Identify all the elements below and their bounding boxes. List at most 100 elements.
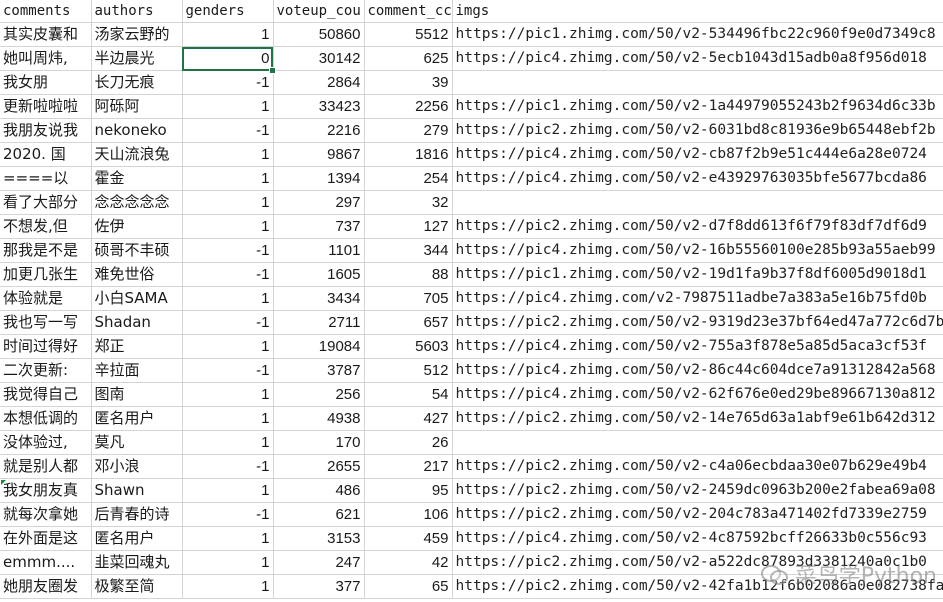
cell-comment-count[interactable]: 42: [364, 550, 453, 575]
cell-voteup[interactable]: 9867: [273, 142, 365, 167]
cell-comment-count[interactable]: 344: [364, 238, 453, 263]
cell-authors[interactable]: 天山流浪兔: [91, 142, 183, 167]
header-cell-comments[interactable]: comments: [0, 0, 92, 23]
cell-comment-count[interactable]: 88: [364, 262, 453, 287]
cell-voteup[interactable]: 33423: [273, 94, 365, 119]
cell-imgs[interactable]: https://pic4.zhimg.com/50/v2-cb87f2b9e51…: [452, 142, 943, 167]
cell-imgs[interactable]: https://pic1.zhimg.com/50/v2-1a449790552…: [452, 94, 943, 119]
cell-comments[interactable]: 体验就是: [0, 286, 92, 311]
cell-comment-count[interactable]: 127: [364, 214, 453, 239]
cell-imgs[interactable]: https://pic2.zhimg.com/50/v2-9319d23e37b…: [452, 310, 943, 335]
cell-authors[interactable]: 图南: [91, 382, 183, 407]
cell-imgs[interactable]: https://pic4.zhimg.com/50/v2-e4392976303…: [452, 166, 943, 191]
cell-voteup[interactable]: 4938: [273, 406, 365, 431]
cell-comments[interactable]: 就是别人都: [0, 454, 92, 479]
cell-authors[interactable]: 汤家云野的: [91, 22, 183, 47]
cell-genders[interactable]: 1: [182, 214, 274, 239]
cell-genders[interactable]: 1: [182, 22, 274, 47]
cell-authors[interactable]: 匿名用户: [91, 526, 183, 551]
cell-comment-count[interactable]: 512: [364, 358, 453, 383]
cell-imgs[interactable]: https://pic4.zhimg.com/50/v2-5ecb1043d15…: [452, 46, 943, 71]
cell-comments[interactable]: 其实皮囊和: [0, 22, 92, 47]
cell-comments[interactable]: 二次更新:: [0, 358, 92, 383]
cell-comment-count[interactable]: 254: [364, 166, 453, 191]
cell-genders[interactable]: -1: [182, 454, 274, 479]
cell-comments[interactable]: 我觉得自己: [0, 382, 92, 407]
cell-authors[interactable]: 辛拉面: [91, 358, 183, 383]
cell-genders[interactable]: 1: [182, 574, 274, 599]
cell-genders[interactable]: 1: [182, 382, 274, 407]
cell-comments[interactable]: 加更几张生: [0, 262, 92, 287]
cell-imgs[interactable]: https://pic2.zhimg.com/50/v2-204c783a471…: [452, 502, 943, 527]
cell-comment-count[interactable]: 54: [364, 382, 453, 407]
cell-authors[interactable]: Shadan: [91, 310, 183, 335]
cell-voteup[interactable]: 170: [273, 430, 365, 455]
cell-comments[interactable]: 2020. 国: [0, 142, 92, 167]
cell-imgs[interactable]: https://pic4.zhimg.com/50/v2-16b55560100…: [452, 238, 943, 263]
cell-authors[interactable]: 佐伊: [91, 214, 183, 239]
cell-comment-count[interactable]: 26: [364, 430, 453, 455]
cell-voteup[interactable]: 3787: [273, 358, 365, 383]
cell-comments[interactable]: 在外面是这: [0, 526, 92, 551]
cell-genders[interactable]: -1: [182, 118, 274, 143]
cell-imgs[interactable]: https://pic4.zhimg.com/50/v2-62f676e0ed2…: [452, 382, 943, 407]
cell-genders[interactable]: 1: [182, 334, 274, 359]
cell-authors[interactable]: 霍金: [91, 166, 183, 191]
cell-comments[interactable]: 没体验过,: [0, 430, 92, 455]
cell-imgs[interactable]: [452, 190, 943, 215]
cell-voteup[interactable]: 737: [273, 214, 365, 239]
cell-imgs[interactable]: https://pic2.zhimg.com/50/v2-14e765d63a1…: [452, 406, 943, 431]
cell-comment-count[interactable]: 32: [364, 190, 453, 215]
cell-comments[interactable]: 那我是不是: [0, 238, 92, 263]
cell-comment-count[interactable]: 65: [364, 574, 453, 599]
cell-voteup[interactable]: 1101: [273, 238, 365, 263]
cell-authors[interactable]: 莫凡: [91, 430, 183, 455]
cell-authors[interactable]: 念念念念念: [91, 190, 183, 215]
cell-voteup[interactable]: 1394: [273, 166, 365, 191]
header-cell-authors[interactable]: authors: [91, 0, 183, 23]
cell-authors[interactable]: 阿砾阿: [91, 94, 183, 119]
cell-comment-count[interactable]: 5512: [364, 22, 453, 47]
cell-imgs[interactable]: https://pic2.zhimg.com/50/v2-2459dc0963b…: [452, 478, 943, 503]
cell-comment-count[interactable]: 279: [364, 118, 453, 143]
cell-comments[interactable]: 我也写一写: [0, 310, 92, 335]
cell-comments[interactable]: 不想发,但: [0, 214, 92, 239]
cell-comments[interactable]: 我女朋友真: [0, 478, 92, 503]
cell-comments[interactable]: 我朋友说我: [0, 118, 92, 143]
cell-genders[interactable]: 1: [182, 430, 274, 455]
header-cell-imgs[interactable]: imgs: [452, 0, 943, 23]
cell-voteup[interactable]: 297: [273, 190, 365, 215]
cell-comment-count[interactable]: 459: [364, 526, 453, 551]
cell-comments[interactable]: emmm....: [0, 550, 92, 575]
cell-genders[interactable]: 1: [182, 550, 274, 575]
cell-imgs[interactable]: https://pic4.zhimg.com/50/v2-4c87592bcff…: [452, 526, 943, 551]
cell-comment-count[interactable]: 657: [364, 310, 453, 335]
cell-comments[interactable]: 更新啦啦啦: [0, 94, 92, 119]
cell-comments[interactable]: 我女朋: [0, 70, 92, 95]
cell-voteup[interactable]: 30142: [273, 46, 365, 71]
cell-comment-count[interactable]: 5603: [364, 334, 453, 359]
fill-handle[interactable]: [269, 66, 276, 74]
cell-authors[interactable]: 小白SAMA: [91, 286, 183, 311]
header-cell-comment-count[interactable]: comment_cc: [364, 0, 453, 23]
cell-comment-count[interactable]: 705: [364, 286, 453, 311]
cell-genders[interactable]: 1: [182, 526, 274, 551]
cell-comment-count[interactable]: 95: [364, 478, 453, 503]
cell-comment-count[interactable]: 625: [364, 46, 453, 71]
cell-voteup[interactable]: 3153: [273, 526, 365, 551]
header-cell-genders[interactable]: genders: [182, 0, 274, 23]
cell-authors[interactable]: 硕哥不丰硕: [91, 238, 183, 263]
cell-comment-count[interactable]: 106: [364, 502, 453, 527]
cell-genders[interactable]: 1: [182, 286, 274, 311]
cell-voteup[interactable]: 486: [273, 478, 365, 503]
cell-voteup[interactable]: 377: [273, 574, 365, 599]
cell-genders[interactable]: -1: [182, 70, 274, 95]
cell-authors[interactable]: 长刀无痕: [91, 70, 183, 95]
cell-authors[interactable]: 极繁至简: [91, 574, 183, 599]
cell-comments[interactable]: 时间过得好: [0, 334, 92, 359]
cell-genders[interactable]: -1: [182, 262, 274, 287]
cell-voteup[interactable]: 621: [273, 502, 365, 527]
cell-comments[interactable]: 看了大部分: [0, 190, 92, 215]
cell-comments[interactable]: 她朋友圈发: [0, 574, 92, 599]
cell-authors[interactable]: 后青春的诗: [91, 502, 183, 527]
